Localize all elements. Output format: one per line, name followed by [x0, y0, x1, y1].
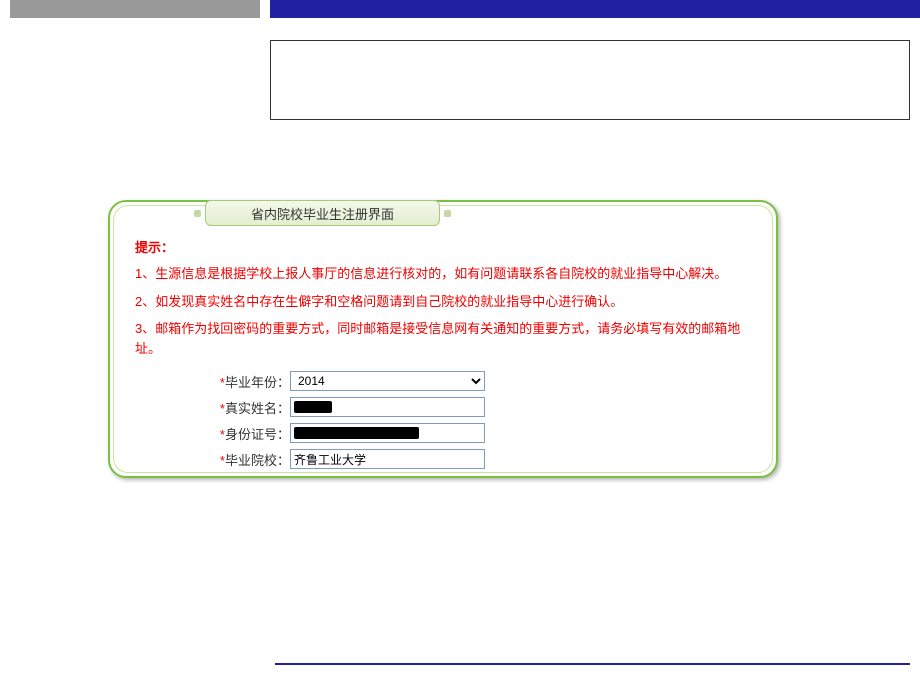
id-label: *身份证号： — [200, 424, 290, 443]
name-label-text: 真实姓名： — [225, 401, 290, 416]
name-input[interactable] — [290, 397, 485, 417]
form-row-id: *身份证号： — [200, 422, 751, 444]
registration-panel: 省内院校毕业生注册界面 提示： 1、生源信息是根据学校上报人事厅的信息进行核对的… — [108, 200, 778, 478]
id-label-text: 身份证号： — [225, 427, 290, 442]
form-row-year: *毕业年份： 2014 — [200, 370, 751, 392]
redacted-id — [294, 427, 419, 439]
school-label-text: 毕业院校： — [225, 453, 290, 468]
name-label: *真实姓名： — [200, 398, 290, 417]
panel-content: 提示： 1、生源信息是根据学校上报人事厅的信息进行核对的，如有问题请联系各自院校… — [110, 202, 776, 489]
form-area: *毕业年份： 2014 *真实姓名： *身份证号： — [200, 370, 751, 470]
year-select[interactable]: 2014 — [290, 371, 485, 391]
school-label: *毕业院校： — [200, 450, 290, 469]
hint-line-3: 3、邮箱作为找回密码的重要方式，同时邮箱是接受信息网有关通知的重要方式，请务必填… — [135, 319, 751, 358]
id-input[interactable] — [290, 423, 485, 443]
hint-line-2: 2、如发现真实姓名中存在生僻字和空格问题请到自己院校的就业指导中心进行确认。 — [135, 292, 751, 312]
panel-title-text: 省内院校毕业生注册界面 — [251, 204, 394, 223]
school-input[interactable] — [290, 449, 485, 469]
year-label: *毕业年份： — [200, 372, 290, 391]
redacted-name — [294, 401, 332, 413]
bottom-blue-line — [275, 663, 910, 665]
panel-title: 省内院校毕业生注册界面 — [205, 200, 440, 226]
hint-title: 提示： — [135, 237, 751, 256]
year-label-text: 毕业年份： — [225, 375, 290, 390]
top-blue-bar — [270, 0, 920, 18]
form-row-school: *毕业院校： — [200, 448, 751, 470]
hint-line-1: 1、生源信息是根据学校上报人事厅的信息进行核对的，如有问题请联系各自院校的就业指… — [135, 264, 751, 284]
top-gray-bar — [10, 0, 260, 18]
form-row-name: *真实姓名： — [200, 396, 751, 418]
top-blank-box — [270, 40, 910, 120]
